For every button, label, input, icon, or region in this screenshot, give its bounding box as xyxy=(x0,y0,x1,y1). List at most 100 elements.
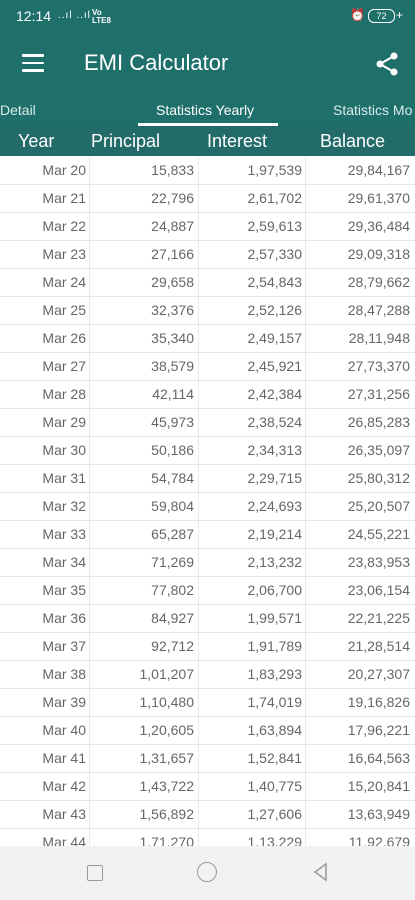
header-year: Year xyxy=(18,131,55,151)
cell-principal: 50,186 xyxy=(151,442,194,458)
cell-interest: 1,63,894 xyxy=(247,722,303,738)
table-row: Mar 27 38,579 2,45,921 27,73,370 xyxy=(0,352,415,381)
table-row: Mar 26 35,340 2,49,157 28,11,948 xyxy=(0,324,415,353)
cell-year: Mar 23 xyxy=(42,246,86,262)
cell-year: Mar 38 xyxy=(42,666,86,682)
header-balance: Balance xyxy=(320,131,386,151)
table-row: Mar 40 1,20,605 1,63,894 17,96,221 xyxy=(0,716,415,745)
cell-principal: 45,973 xyxy=(151,414,194,430)
cell-interest: 1,91,789 xyxy=(247,638,303,654)
cell-balance: 24,55,221 xyxy=(347,526,410,542)
cell-year: Mar 25 xyxy=(42,302,86,318)
cell-balance: 23,06,154 xyxy=(347,582,410,598)
cell-balance: 26,85,283 xyxy=(347,414,410,430)
table-row: Mar 41 1,31,657 1,52,841 16,64,563 xyxy=(0,744,415,773)
table-row: Mar 44 1,71,270 1,13,229 11,92,679 xyxy=(0,828,415,846)
column-divider xyxy=(305,156,306,846)
alarm-icon: ⏰ xyxy=(350,8,365,22)
cell-principal: 1,71,270 xyxy=(139,834,195,846)
home-circle-icon[interactable] xyxy=(197,862,217,882)
cell-balance: 22,21,225 xyxy=(347,610,410,626)
cell-year: Mar 34 xyxy=(42,554,86,570)
cell-year: Mar 24 xyxy=(42,274,86,290)
cell-year: Mar 37 xyxy=(42,638,86,654)
yearly-table[interactable]: Mar 20 15,833 1,97,539 29,84,167 Mar 21 22,79… xyxy=(0,156,415,846)
cell-principal: 77,802 xyxy=(151,582,194,598)
back-triangle-icon[interactable] xyxy=(311,862,331,882)
status-bar: 12:14 ..ıl ..ıl Vo LTE8 ⏰ 72 + xyxy=(0,0,415,32)
recents-square-icon[interactable] xyxy=(87,865,103,881)
cell-balance: 29,36,484 xyxy=(347,218,410,234)
cell-principal: 65,287 xyxy=(151,526,194,542)
tab-statistics-yearly[interactable]: Statistics Yearly xyxy=(156,102,254,118)
cell-principal: 27,166 xyxy=(151,246,194,262)
cell-balance: 25,20,507 xyxy=(347,498,410,514)
cell-interest: 2,42,384 xyxy=(247,386,303,402)
cell-year: Mar 42 xyxy=(42,778,86,794)
cell-interest: 2,19,214 xyxy=(247,526,303,542)
table-row: Mar 42 1,43,722 1,40,775 15,20,841 xyxy=(0,772,415,801)
table-row: Mar 35 77,802 2,06,700 23,06,154 xyxy=(0,576,415,605)
cell-principal: 1,10,480 xyxy=(139,694,195,710)
cell-balance: 17,96,221 xyxy=(347,722,410,738)
table-row: Mar 38 1,01,207 1,83,293 20,27,307 xyxy=(0,660,415,689)
charging-plus: + xyxy=(396,8,404,22)
cell-interest: 1,83,293 xyxy=(247,666,303,682)
cell-interest: 1,13,229 xyxy=(247,834,303,846)
cell-interest: 2,61,702 xyxy=(247,190,303,206)
cell-principal: 32,376 xyxy=(151,302,194,318)
column-divider xyxy=(198,156,199,846)
table-row: Mar 34 71,269 2,13,232 23,83,953 xyxy=(0,548,415,577)
cell-balance: 16,64,563 xyxy=(347,750,410,766)
cell-year: Mar 32 xyxy=(42,498,86,514)
cell-principal: 24,887 xyxy=(151,218,194,234)
menu-icon[interactable] xyxy=(22,54,44,72)
tab-detail[interactable]: Detail xyxy=(0,102,36,118)
cell-year: Mar 39 xyxy=(42,694,86,710)
cell-interest: 2,49,157 xyxy=(247,330,303,346)
cell-year: Mar 44 xyxy=(42,834,86,846)
cell-interest: 2,34,313 xyxy=(247,442,303,458)
volte-bottom: LTE8 xyxy=(92,16,111,25)
cell-principal: 1,01,207 xyxy=(139,666,195,682)
share-icon[interactable] xyxy=(374,51,400,77)
cell-year: Mar 27 xyxy=(42,358,86,374)
cell-year: Mar 35 xyxy=(42,582,86,598)
cell-interest: 2,57,330 xyxy=(247,246,303,262)
cell-year: Mar 20 xyxy=(42,162,86,178)
page-title: EMI Calculator xyxy=(84,50,229,75)
system-nav-bar xyxy=(0,846,415,900)
cell-principal: 71,269 xyxy=(151,554,194,570)
cell-principal: 1,31,657 xyxy=(139,750,195,766)
tab-statistics-monthly[interactable]: Statistics Mo xyxy=(333,102,412,118)
cell-principal: 92,712 xyxy=(151,638,194,654)
cell-principal: 42,114 xyxy=(152,386,194,402)
cell-balance: 27,73,370 xyxy=(347,358,410,374)
table-row: Mar 20 15,833 1,97,539 29,84,167 xyxy=(0,156,415,185)
cell-balance: 26,35,097 xyxy=(347,442,410,458)
table-row: Mar 37 92,712 1,91,789 21,28,514 xyxy=(0,632,415,661)
cell-principal: 1,20,605 xyxy=(139,722,195,738)
cell-interest: 1,27,606 xyxy=(247,806,303,822)
status-time: 12:14 xyxy=(16,8,52,24)
cell-balance: 23,83,953 xyxy=(347,554,410,570)
cell-principal: 54,784 xyxy=(151,470,194,486)
cell-interest: 1,74,019 xyxy=(247,694,303,710)
cell-year: Mar 41 xyxy=(42,750,86,766)
cell-year: Mar 28 xyxy=(42,386,86,402)
column-divider xyxy=(89,156,90,846)
table-row: Mar 29 45,973 2,38,524 26,85,283 xyxy=(0,408,415,437)
cell-balance: 20,27,307 xyxy=(347,666,410,682)
table-row: Mar 23 27,166 2,57,330 29,09,318 xyxy=(0,240,415,269)
cell-year: Mar 21 xyxy=(42,190,86,206)
cell-year: Mar 30 xyxy=(42,442,86,458)
table-row: Mar 30 50,186 2,34,313 26,35,097 xyxy=(0,436,415,465)
cell-principal: 35,340 xyxy=(151,330,194,346)
cell-principal: 15,833 xyxy=(151,162,194,178)
header-principal: Principal xyxy=(91,131,161,151)
table-row: Mar 22 24,887 2,59,613 29,36,484 xyxy=(0,212,415,241)
cell-year: Mar 26 xyxy=(42,330,86,346)
cell-principal: 1,56,892 xyxy=(139,806,195,822)
battery-icon: 72 xyxy=(368,9,395,23)
cell-interest: 2,29,715 xyxy=(247,470,303,486)
